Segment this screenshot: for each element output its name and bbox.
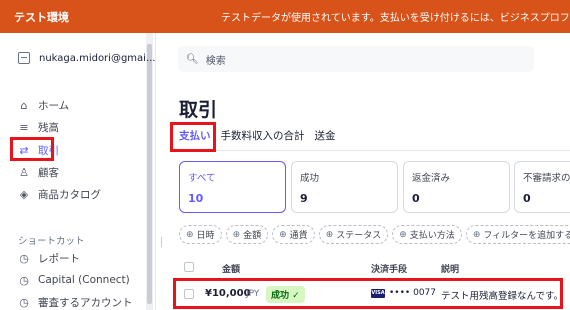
- sidebar-scrollbar-thumb[interactable]: [147, 44, 152, 304]
- search-input[interactable]: 🔍︎ 検索: [178, 46, 534, 72]
- clock-icon: ◷: [19, 295, 29, 309]
- filter-label: 支払い方法: [409, 231, 455, 241]
- filter-label: 金額: [243, 231, 262, 241]
- filter-label: 日時: [196, 231, 215, 241]
- column-header-description[interactable]: 説明: [441, 262, 459, 275]
- shortcut-label: 審査するアカウント: [38, 296, 133, 309]
- sidebar-item-transactions[interactable]: ⇄ 取引: [18, 142, 59, 158]
- visa-card-icon: VISA: [371, 289, 385, 298]
- column-header-payment-method[interactable]: 決済手段: [371, 262, 407, 275]
- divider: [161, 237, 162, 247]
- plus-circle-icon: ⊕: [399, 229, 407, 240]
- tab-payments[interactable]: 支払い: [179, 128, 211, 151]
- account-switcher[interactable]: nukaga.midori@gmai...: [18, 52, 155, 64]
- transaction-tabs: 支払い 手数料収入の合計 送金: [179, 128, 336, 151]
- add-filter-button[interactable]: ⊕ フィルターを追加する: [465, 225, 570, 244]
- test-mode-banner: テスト環境 テストデータが使用されています。支払いを受け付けるには、ビジネスプロ…: [0, 0, 570, 33]
- shortcut-accounts-to-review[interactable]: ◷ 審査するアカウント: [18, 294, 133, 310]
- card-count: 9: [300, 192, 308, 205]
- filter-amount[interactable]: ⊕ 金額: [225, 225, 269, 244]
- row-currency: JPY: [246, 289, 260, 299]
- sidebar-item-label: 取引: [38, 144, 59, 157]
- plus-circle-icon: ⊕: [186, 229, 194, 240]
- sidebar-item-home[interactable]: ⌂ ホーム: [18, 97, 70, 113]
- building-icon: [18, 52, 30, 64]
- card-label: 返金済み: [412, 173, 451, 184]
- filter-date[interactable]: ⊕ 日時: [179, 225, 222, 244]
- filter-bar: ⊕ 日時 ⊕ 金額 ⊕ 通貨 ⊕ ステータス ⊕ 支払い方法 ⊕ フィルターを追加する: [179, 225, 570, 244]
- box-icon: ◈: [19, 187, 29, 201]
- shortcuts-heading: ショートカット: [18, 236, 85, 247]
- plus-circle-icon: ⊕: [279, 229, 287, 240]
- filter-card-succeeded[interactable]: 成功 9: [291, 161, 398, 213]
- filter-card-disputed[interactable]: 不審請求の 0: [514, 161, 570, 213]
- person-icon: ♙: [19, 165, 29, 179]
- filter-currency[interactable]: ⊕ 通貨: [272, 225, 315, 244]
- filter-card-all[interactable]: すべて 10: [179, 161, 286, 213]
- filter-payment-method[interactable]: ⊕ 支払い方法: [392, 225, 462, 244]
- select-all-checkbox[interactable]: [184, 262, 194, 272]
- plus-circle-icon: ⊕: [325, 229, 334, 240]
- filter-card-refunded[interactable]: 返金済み 0: [403, 161, 510, 213]
- clock-icon: ◷: [19, 273, 29, 287]
- column-header-amount[interactable]: 金額: [222, 262, 240, 275]
- tab-transfers[interactable]: 送金: [315, 128, 336, 151]
- row-amount: ¥10,000: [205, 288, 251, 299]
- filter-status[interactable]: ⊕ ステータス: [318, 225, 389, 244]
- shortcut-label: Capital (Connect): [38, 274, 130, 286]
- sidebar-item-label: 顧客: [38, 166, 59, 179]
- sidebar-item-label: 商品カタログ: [38, 188, 101, 201]
- home-icon: ⌂: [20, 98, 28, 112]
- card-count: 10: [188, 192, 204, 205]
- clock-icon: ◷: [19, 251, 29, 265]
- card-count: 0: [523, 192, 531, 205]
- sidebar-item-customers[interactable]: ♙ 顧客: [18, 164, 59, 180]
- card-count: 0: [412, 192, 420, 205]
- tabs-divider: [178, 150, 570, 151]
- transactions-icon: ⇄: [19, 143, 29, 157]
- row-checkbox[interactable]: [184, 289, 194, 299]
- shortcut-capital[interactable]: ◷ Capital (Connect): [18, 272, 130, 288]
- card-label: すべて: [188, 173, 216, 184]
- filter-label: フィルターを追加する: [483, 231, 570, 241]
- search-placeholder: 検索: [205, 55, 226, 67]
- card-label: 不審請求の: [523, 173, 570, 184]
- row-description: テスト用残高登録なんです。: [441, 291, 564, 302]
- banner-message[interactable]: テストデータが使用されています。支払いを受け付けるには、ビジネスプロフィールを: [175, 9, 570, 24]
- shortcut-reports[interactable]: ◷ レポート: [18, 250, 80, 266]
- status-badge: 成功 ✓: [266, 286, 305, 303]
- account-name: nukaga.midori@gmai...: [39, 52, 156, 64]
- search-icon: 🔍︎: [186, 53, 199, 65]
- shortcut-label: レポート: [38, 252, 80, 265]
- sidebar-item-label: ホーム: [38, 99, 70, 112]
- tab-collected-fees[interactable]: 手数料収入の合計: [221, 128, 305, 151]
- balance-icon: ≡: [19, 120, 29, 134]
- filter-label: 通貨: [289, 231, 308, 241]
- sidebar-item-balance[interactable]: ≡ 残高: [18, 119, 59, 135]
- sidebar-item-product-catalog[interactable]: ◈ 商品カタログ: [18, 186, 101, 202]
- row-card-last4: •••• 0077: [389, 288, 436, 298]
- test-env-label: テスト環境: [14, 10, 69, 24]
- filter-label: ステータス: [336, 231, 382, 241]
- plus-circle-icon: ⊕: [232, 229, 241, 240]
- card-label: 成功: [300, 173, 320, 184]
- sidebar-item-label: 残高: [38, 121, 59, 134]
- page-title: 取引: [179, 99, 218, 121]
- plus-circle-icon: ⊕: [472, 229, 481, 240]
